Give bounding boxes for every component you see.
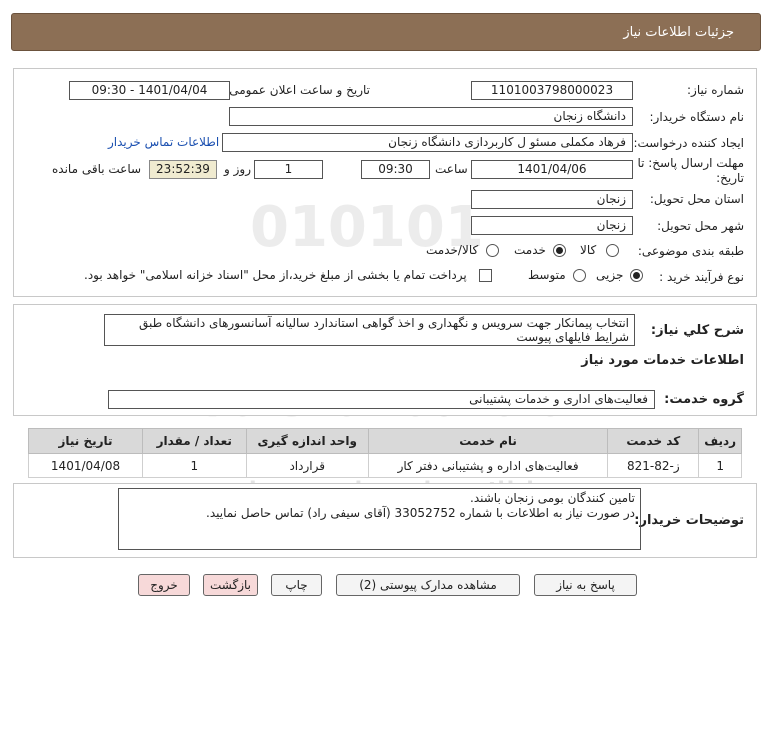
service-group-field: فعالیت‌های اداری و خدمات پشتیبانی [108,390,655,409]
category-label: طبقه بندی موضوعی: [637,244,744,258]
deadline-time-field: 09:30 [361,160,430,179]
remaining-timer: 23:52:39 [149,160,217,179]
category-option-goods: کالا [580,243,597,257]
deadline-label-date: تاریخ: [716,171,744,185]
remaining-label: ساعت باقی مانده [52,162,142,176]
col-unit: واحد اندازه گیری [245,428,369,454]
treasury-payment-checkbox[interactable] [479,269,492,282]
category-option-goods-service: کالا/خدمت [426,243,479,257]
col-quantity: تعداد / مقدار [142,428,247,454]
category-radio-goods[interactable] [606,244,619,257]
category-radio-service[interactable] [553,244,566,257]
col-row-number: ردیف [698,428,742,454]
cell-unit: قرارداد [245,453,369,478]
treasury-payment-text: پرداخت تمام یا بخشی از مبلغ خرید،از محل … [84,268,467,282]
col-service-code: کد خدمت [607,428,700,454]
deadline-date-field: 1401/04/06 [471,160,633,179]
description-label: شرح کلي نیاز: [650,323,744,338]
process-option-medium: متوسط [528,268,566,282]
category-option-service: خدمت [514,243,546,257]
print-button[interactable]: چاپ [271,574,322,596]
cell-service-code: ز-82-821 [607,453,700,478]
creator-field: فرهاد مکملی مسئو ل کاربردازی دانشگاه زنج… [222,133,633,152]
cell-row-number: 1 [698,453,742,478]
process-option-minor: جزیی [596,268,624,282]
buyer-notes-line-1: تامین کنندگان بومی زنجان باشند. [470,491,635,505]
cell-need-date: 1401/04/08 [27,453,144,478]
services-table-wrap: ردیف کد خدمت نام خدمت واحد اندازه گیری ت… [27,428,742,478]
need-info-panel [13,68,757,297]
respond-button[interactable]: پاسخ به نیاز [534,574,637,596]
province-field: زنجان [471,190,633,209]
province-label: استان محل تحویل: [649,192,744,206]
announce-date-label: تاریخ و ساعت اعلان عمومی: [225,83,370,97]
table-header-row: ردیف کد خدمت نام خدمت واحد اندازه گیری ت… [27,428,742,454]
services-heading: اطلاعات خدمات مورد نیاز [581,353,744,368]
buyer-org-field: دانشگاه زنجان [229,107,633,126]
col-service-name: نام خدمت [367,428,609,454]
window-title: جزئیات اطلاعات نیاز [623,25,734,40]
process-label: نوع فرآیند خرید : [659,270,744,284]
process-radio-medium[interactable] [573,269,586,282]
need-number-label: شماره نیاز: [687,83,744,97]
city-field: زنجان [471,216,633,235]
buyer-notes-label: توضیحات خریدار: [634,513,744,528]
days-label: روز و [224,162,251,176]
exit-button[interactable]: خروج [138,574,190,596]
service-group-label: گروه خدمت: [664,392,744,407]
table-row: 1 ز-82-821 فعالیت‌های اداره و پشتیبانی د… [27,453,742,478]
need-number-field: 1101003798000023 [471,81,633,100]
buyer-contact-link[interactable]: اطلاعات تماس خریدار [108,135,219,149]
description-text: انتخاب پیمانکار جهت سرویس و نگهداری و اخ… [104,314,635,346]
buyer-org-label: نام دستگاه خریدار: [649,110,745,124]
category-radio-goods-service[interactable] [486,244,499,257]
buyer-notes-line-2: در صورت نیاز به اطلاعات با شماره 3305275… [206,506,635,520]
back-button[interactable]: بازگشت [203,574,258,596]
creator-label: ایجاد کننده درخواست: [633,136,744,150]
announce-date-field: 1401/04/04 - 09:30 [69,81,230,100]
services-table: ردیف کد خدمت نام خدمت واحد اندازه گیری ت… [27,428,742,478]
process-radio-minor[interactable] [630,269,643,282]
buyer-notes-box: تامین کنندگان بومی زنجان باشند. در صورت … [118,488,641,550]
cell-service-name: فعالیت‌های اداره و پشتیبانی دفتر کار [367,453,609,478]
cell-quantity: 1 [142,453,247,478]
col-need-date: تاریخ نیاز [27,428,144,454]
days-remaining-field: 1 [254,160,323,179]
deadline-time-label: ساعت [435,162,468,176]
window-title-bar: جزئیات اطلاعات نیاز [11,13,761,51]
city-label: شهر محل تحویل: [657,219,744,233]
view-attachments-button[interactable]: مشاهده مدارک پیوستی (2) [336,574,520,596]
deadline-label: مهلت ارسال پاسخ: تا [637,156,744,170]
